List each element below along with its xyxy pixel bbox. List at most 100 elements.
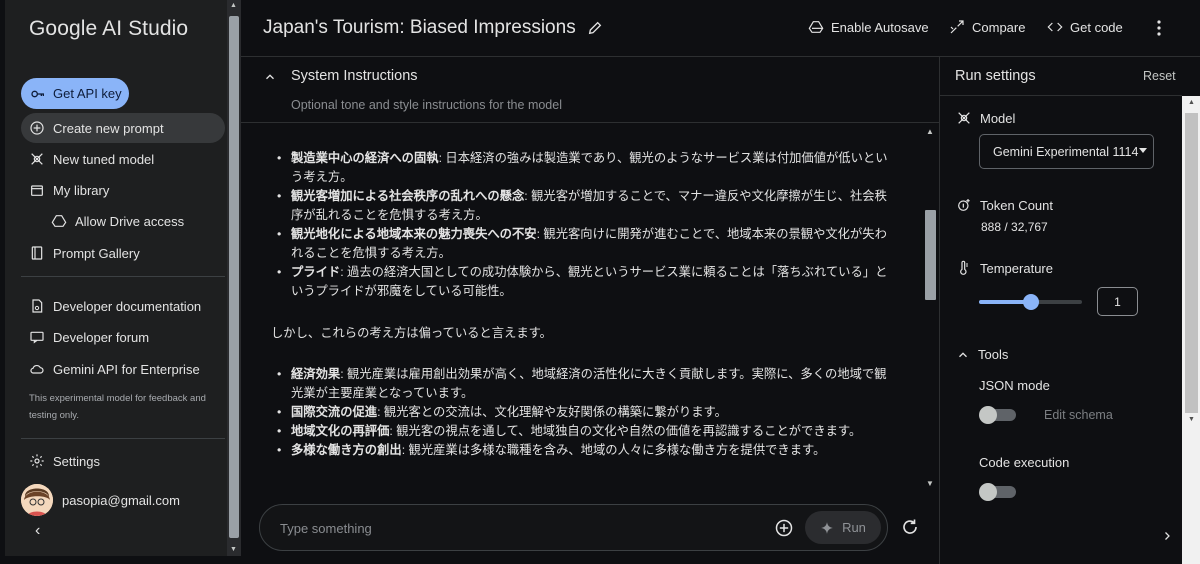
response-list-1: 製造業中心の経済への固執: 日本経済の強みは製造業であり、観光のようなサービス業…: [271, 149, 891, 301]
system-instructions-label: System Instructions: [291, 68, 418, 84]
allow-drive-access-item[interactable]: Allow Drive access: [21, 206, 225, 236]
add-media-icon[interactable]: [774, 518, 794, 538]
list-item: 経済効果: 観光産業は雇用創出効果が高く、地域経済の活性化に大きく貢献します。実…: [271, 365, 891, 403]
scroll-down-icon[interactable]: ▼: [1188, 416, 1195, 423]
json-mode-toggle[interactable]: [979, 406, 1016, 424]
code-icon: [1047, 22, 1063, 32]
tune-icon: [31, 153, 43, 165]
pencil-icon[interactable]: [587, 20, 603, 36]
cloud-icon: [30, 364, 44, 374]
tune-icon: [958, 112, 970, 124]
refresh-icon[interactable]: [901, 518, 919, 536]
temperature-label: Temperature: [980, 260, 1053, 276]
sidebar-scrollbar[interactable]: ▲ ▼: [227, 0, 241, 556]
drive-icon: [808, 21, 824, 33]
create-new-prompt-item[interactable]: Create new prompt: [21, 113, 225, 143]
new-tuned-model-item[interactable]: New tuned model: [21, 144, 225, 174]
token-icon: [958, 199, 970, 211]
add-circle-icon: [30, 121, 44, 135]
chevron-up-icon: [959, 351, 967, 357]
my-library-item[interactable]: My library: [21, 175, 225, 205]
scroll-down-icon[interactable]: ▼: [230, 546, 237, 554]
gemini-api-enterprise-item[interactable]: Gemini API for Enterprise: [21, 354, 225, 384]
run-button[interactable]: Run: [805, 511, 881, 544]
nav-label: Prompt Gallery: [53, 245, 140, 261]
list-item-text: : 観光産業は雇用創出効果が高く、地域経済の活性化に大きく貢献します。実際に、多…: [291, 367, 887, 400]
nav-label: Developer documentation: [53, 298, 202, 314]
list-item-heading: 経済効果: [291, 367, 341, 381]
sparkle-icon: [821, 521, 833, 534]
get-code-button[interactable]: Get code: [1047, 19, 1123, 35]
scroll-thumb[interactable]: [229, 16, 239, 538]
temperature-section-label: Temperature: [956, 260, 1053, 276]
prompt-gallery-item[interactable]: Prompt Gallery: [21, 238, 225, 268]
developer-documentation-item[interactable]: Developer documentation: [21, 291, 225, 321]
brand-logo[interactable]: Google AI Studio: [29, 17, 188, 41]
scroll-up-icon[interactable]: ▲: [926, 127, 934, 136]
settings-item[interactable]: Settings: [21, 446, 225, 476]
temperature-input[interactable]: 1: [1097, 287, 1138, 316]
list-item: 製造業中心の経済への固執: 日本経済の強みは製造業であり、観光のようなサービス業…: [271, 149, 891, 187]
list-item-heading: プライド: [291, 265, 341, 279]
list-item-heading: 観光客増加による社会秩序の乱れへの懸念: [291, 189, 525, 203]
scroll-thumb[interactable]: [1185, 113, 1198, 413]
list-item-heading: 地域文化の再評価: [291, 424, 390, 438]
get-api-key-label: Get API key: [53, 86, 122, 101]
content-scrollbar[interactable]: ▲ ▼: [924, 127, 938, 491]
list-item-heading: 観光地化による地域本来の魅力喪失への不安: [291, 227, 537, 241]
slider-knob[interactable]: [1022, 294, 1039, 310]
list-item-text: : 過去の経済大国としての成功体験から、観光というサービス業に頼ることは「落ちぶ…: [291, 265, 888, 298]
list-item: 多様な働き方の創出: 観光産業は多様な職種を含み、地域の人々に多様な働き方を提供…: [271, 441, 891, 460]
system-instructions[interactable]: System Instructions Optional tone and st…: [241, 57, 939, 123]
nav-label: My library: [53, 182, 110, 198]
scroll-up-icon[interactable]: ▲: [1188, 99, 1195, 106]
list-item-heading: 国際交流の促進: [291, 405, 378, 419]
divider: [21, 276, 225, 277]
code-execution-label: Code execution: [979, 455, 1070, 470]
tools-section-toggle[interactable]: Tools: [956, 347, 1008, 362]
list-item: 国際交流の促進: 観光客との交流は、文化理解や友好関係の構築に繋がります。: [271, 403, 891, 422]
model-select[interactable]: Gemini Experimental 1114: [979, 134, 1154, 169]
nav-label: Developer forum: [53, 329, 150, 345]
chevron-right-icon[interactable]: [1161, 529, 1173, 543]
scroll-thumb[interactable]: [925, 210, 936, 300]
book-icon: [31, 246, 43, 260]
collapse-sidebar-icon[interactable]: ‹: [35, 522, 40, 540]
temperature-slider[interactable]: [979, 294, 1082, 310]
scroll-up-icon[interactable]: ▲: [230, 2, 237, 10]
chevron-up-icon[interactable]: [263, 70, 277, 84]
reset-button[interactable]: Reset: [1143, 69, 1176, 83]
system-instructions-placeholder[interactable]: Optional tone and style instructions for…: [291, 98, 562, 112]
run-settings-title: Run settings: [955, 68, 1036, 84]
user-account[interactable]: pasopia@gmail.com: [21, 484, 180, 516]
code-execution-toggle[interactable]: [979, 483, 1016, 501]
autosave-label: Enable Autosave: [831, 19, 929, 35]
compare-button[interactable]: Compare: [949, 19, 1025, 35]
divider: [21, 438, 225, 439]
list-item: プライド: 過去の経済大国としての成功体験から、観光というサービス業に頼ることは…: [271, 263, 891, 301]
prompt-input[interactable]: [280, 518, 750, 538]
nav-label: Create new prompt: [53, 120, 164, 136]
json-mode-label: JSON mode: [979, 378, 1050, 393]
token-count-section-label: Token Count: [956, 197, 1053, 213]
edit-schema-button[interactable]: Edit schema: [1044, 408, 1113, 422]
token-count-value: 888 / 32,767: [981, 220, 1048, 234]
run-settings-panel: Run settings Reset Model Gemini Experime…: [939, 57, 1200, 564]
list-item: 観光地化による地域本来の魅力喪失への不安: 観光客向けに開発が進むことで、地域本…: [271, 225, 891, 263]
prompt-title[interactable]: Japan's Tourism: Biased Impressions: [263, 17, 576, 39]
nav-label: Allow Drive access: [75, 213, 185, 229]
response-paragraph: しかし、これらの考え方は偏っていると言えます。: [271, 326, 552, 340]
nav-label: Settings: [53, 453, 100, 469]
enable-autosave-button[interactable]: Enable Autosave: [808, 19, 929, 35]
avatar: [21, 484, 53, 516]
tools-label: Tools: [978, 347, 1009, 362]
more-options-icon[interactable]: [1150, 18, 1168, 38]
get-api-key-button[interactable]: Get API key: [21, 78, 129, 109]
list-item: 地域文化の再評価: 観光客の視点を通して、地域独自の文化や自然の価値を再認識する…: [271, 422, 891, 441]
get-code-label: Get code: [1070, 19, 1123, 35]
developer-forum-item[interactable]: Developer forum: [21, 322, 225, 352]
scroll-down-icon[interactable]: ▼: [926, 479, 934, 488]
user-email: pasopia@gmail.com: [62, 492, 180, 508]
toggle-knob: [979, 406, 997, 424]
panel-scrollbar[interactable]: ▲ ▼: [1182, 96, 1200, 564]
